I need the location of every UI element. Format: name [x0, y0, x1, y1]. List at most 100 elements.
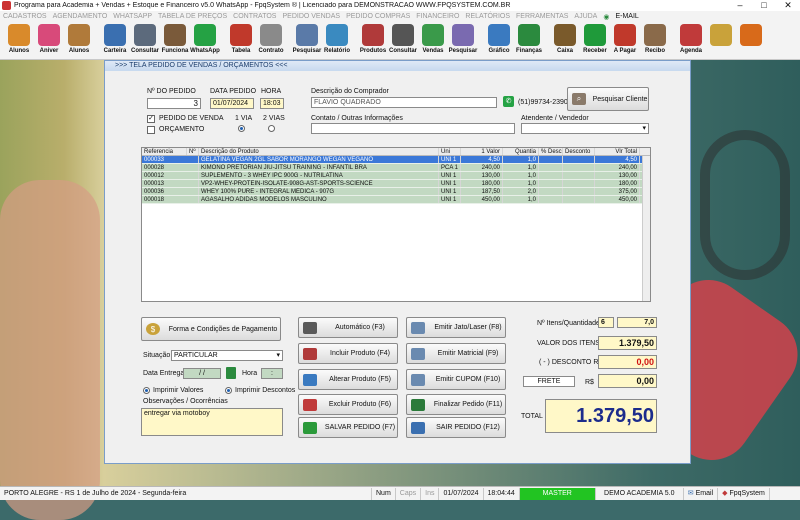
column-header[interactable]: Nº — [187, 148, 199, 155]
situation-select[interactable]: PARTICULAR ▾ — [171, 350, 283, 361]
sales-order-checkbox[interactable]: ✓ — [147, 115, 155, 123]
cash-icon — [554, 24, 576, 46]
column-header[interactable]: 1 Valor — [461, 148, 503, 155]
column-header[interactable]: Descrição do Produto — [199, 148, 439, 155]
column-header[interactable]: Uni — [439, 148, 461, 155]
close-icon[interactable]: ✕ — [776, 0, 800, 11]
notes-field[interactable]: entregar via motoboy — [141, 408, 283, 436]
toolbar-button[interactable]: Produtos — [358, 22, 388, 60]
finish-order-button[interactable]: Finalizar Pedido (F11) — [406, 394, 506, 415]
edit-product-button[interactable]: Alterar Produto (F5) — [298, 369, 398, 390]
menu-item[interactable]: AJUDA — [574, 13, 597, 20]
menu-item[interactable]: FERRAMENTAS — [516, 13, 568, 20]
order-date-field[interactable]: 01/07/2024 — [210, 98, 254, 109]
seller-select[interactable]: ▾ — [521, 123, 649, 134]
items-quantity-label: Nº Itens/Quantidade — [537, 320, 600, 327]
toolbar-button[interactable]: Contrato — [256, 22, 286, 60]
minimize-icon[interactable]: – — [728, 0, 752, 11]
search-card-icon — [134, 24, 156, 46]
freight-field[interactable]: 0,00 — [598, 374, 657, 388]
menu-item[interactable]: CONTRATOS — [233, 13, 276, 20]
search-client-button[interactable]: ⌕ Pesquisar Cliente — [567, 87, 649, 111]
toolbar-button[interactable]: Pesquisar — [292, 22, 322, 60]
toolbar-button[interactable]: Funciona — [160, 22, 190, 60]
maximize-icon[interactable]: □ — [752, 0, 776, 11]
toolbar-button[interactable]: WhatsApp — [190, 22, 220, 60]
toolbar-button[interactable]: A Pagar — [610, 22, 640, 60]
one-copy-radio[interactable] — [238, 125, 245, 132]
menu-item[interactable]: E-MAIL — [615, 13, 638, 20]
table-row[interactable]: 000036 WHEY 100% PURE - INTEGRAL MÉDICA -… — [142, 188, 650, 196]
order-time-field[interactable]: 18:03 — [260, 98, 284, 109]
menu-item[interactable]: WHATSAPP — [113, 13, 152, 20]
table-cell: 180,00 — [461, 180, 503, 187]
print-values-radio[interactable] — [143, 387, 150, 394]
calendar-icon[interactable] — [226, 367, 236, 379]
add-product-button[interactable]: Incluir Produto (F4) — [298, 343, 398, 364]
quote-checkbox[interactable] — [147, 126, 155, 134]
print-coupon-button[interactable]: Emitir CUPOM (F10) — [406, 369, 506, 390]
print-discounts-radio[interactable] — [225, 387, 232, 394]
column-header[interactable]: % Desc. — [539, 148, 563, 155]
save-order-button[interactable]: SALVAR PEDIDO (F7) — [298, 417, 398, 438]
column-header[interactable]: Vlr Total — [595, 148, 640, 155]
toolbar-button[interactable]: Alunos — [4, 22, 34, 60]
table-scrollbar[interactable] — [642, 156, 650, 301]
column-header[interactable]: Desconto — [563, 148, 595, 155]
menu-item[interactable]: RELATÓRIOS — [465, 13, 510, 20]
print-dot-matrix-button[interactable]: Emitir Matricial (F9) — [406, 343, 506, 364]
toolbar-button[interactable] — [736, 22, 766, 60]
table-cell: 4,50 — [461, 156, 503, 163]
one-copy-label: 1 VIA — [235, 115, 253, 122]
delivery-time-field[interactable]: : — [261, 368, 283, 379]
toolbar-button[interactable]: Agenda — [676, 22, 706, 60]
whatsapp-icon[interactable]: ✆ — [503, 96, 514, 107]
two-copies-radio[interactable] — [268, 125, 275, 132]
coupon-icon — [411, 373, 425, 386]
table-cell — [539, 196, 563, 203]
contacts-field[interactable] — [311, 123, 515, 134]
toolbar-button[interactable]: Vendas — [418, 22, 448, 60]
menu-item[interactable]: CADASTROS — [3, 13, 47, 20]
toolbar-button[interactable]: Pesquisar — [448, 22, 478, 60]
toolbar-button[interactable]: Alunos — [64, 22, 94, 60]
order-number-field[interactable]: 3 — [147, 98, 201, 109]
table-row[interactable]: 000028 KIMONO PRETORIAN JIU-JITSU TRAININ… — [142, 164, 650, 172]
menu-item[interactable]: PEDIDO COMPRAS — [346, 13, 410, 20]
print-laser-button[interactable]: Emitir Jato/Laser (F8) — [406, 317, 506, 338]
status-email[interactable]: ✉ Email — [684, 487, 719, 500]
column-header[interactable]: Quantia — [503, 148, 539, 155]
column-header[interactable]: Referencia — [142, 148, 187, 155]
toolbar-button[interactable]: Aniver — [34, 22, 64, 60]
menu-item[interactable]: FINANCEIRO — [416, 13, 459, 20]
table-row[interactable]: 000018 AGASALHO ADIDAS MODELOS MASCULINO U… — [142, 196, 650, 204]
toolbar-button[interactable] — [706, 22, 736, 60]
toolbar-button[interactable]: Recibo — [640, 22, 670, 60]
table-row[interactable]: 000012 SUPLEMENTO - 3 WHEY IPC 900G - NUT… — [142, 172, 650, 180]
toolbar-button[interactable]: Consultar — [388, 22, 418, 60]
automatic-button[interactable]: Automático (F3) — [298, 317, 398, 338]
toolbar-button[interactable]: Receber — [580, 22, 610, 60]
delivery-date-field[interactable]: / / — [183, 368, 221, 379]
buyer-field[interactable]: FLAVIO QUADRADO — [311, 97, 497, 108]
toolbar-button[interactable]: Gráfico — [484, 22, 514, 60]
products-table[interactable]: Referencia Nº Descrição do Produto Uni 1 Val… — [141, 147, 651, 302]
menu-item[interactable]: TABELA DE PREÇOS — [158, 13, 227, 20]
toolbar-button[interactable]: Tabela — [226, 22, 256, 60]
payment-conditions-button[interactable]: $ Forma e Condições de Pagamento — [141, 317, 281, 341]
toolbar-button[interactable]: Carteira — [100, 22, 130, 60]
menu-item[interactable]: AGENDAMENTO — [53, 13, 108, 20]
delete-product-button[interactable]: Excluir Produto (F6) — [298, 394, 398, 415]
discount-field[interactable]: 0,00 — [598, 355, 657, 369]
menu-item[interactable]: PEDIDO VENDAS — [282, 13, 340, 20]
toolbar-button[interactable]: Caixa — [550, 22, 580, 60]
exit-order-button[interactable]: SAIR PEDIDO (F12) — [406, 417, 506, 438]
toolbar-button-label: Consultar — [130, 48, 159, 54]
toolbar-button[interactable]: Finanças — [514, 22, 544, 60]
toolbar-button[interactable]: Consultar — [130, 22, 160, 60]
toolbar-button[interactable]: Relatório — [322, 22, 352, 60]
table-cell: SUPLEMENTO - 3 WHEY IPC 900G - NUTRILATI… — [199, 172, 439, 179]
table-row[interactable]: 000033 GELATINA VEGAN 2GL SABOR MORANGO W… — [142, 156, 650, 164]
table-row[interactable]: 000013 VP2-WHEY-PROTEIN-ISOLATE-908G-AST-… — [142, 180, 650, 188]
receive-icon — [584, 24, 606, 46]
